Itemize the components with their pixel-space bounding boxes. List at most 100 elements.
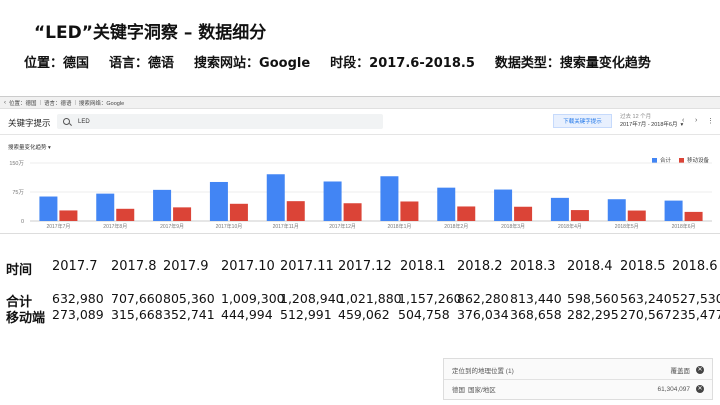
total-cell: 707,660 [111,291,163,306]
month-cell: 2018.3 [510,259,556,274]
total-cell: 598,560 [567,291,619,306]
bar-mobile [457,206,476,221]
tool-title: 关键字提示 [8,118,51,128]
bar-total [380,176,399,221]
month-cell: 2017.10 [221,259,275,274]
chevron-right-icon[interactable]: › [695,117,697,124]
breadcrumb-location[interactable]: 位置：德国 [9,99,37,107]
month-cell: 2018.5 [620,259,666,274]
breadcrumb-separator: | [74,99,76,106]
y-tick-label: 0 [21,219,24,225]
mobile-cell: 512,991 [280,307,332,322]
bar-mobile [229,203,248,221]
breadcrumb: ‹ 位置：德国 | 语言：德语 | 搜索网络：Google [0,97,720,109]
date-range-label: 过去 12 个月 [620,114,652,120]
tool-bar: 关键字提示 LED 下载关键字提示 过去 12 个月 2017年7月 - 201… [0,109,720,135]
bar-mobile [514,206,533,221]
total-cell: 1,208,940 [280,291,344,306]
month-cell: 2018.1 [400,259,446,274]
coverage-value: 61,304,097 [657,385,690,393]
month-cell: 2018.2 [457,259,503,274]
row-label-mobile: 移动端 [6,311,46,326]
month-cell: 2017.8 [111,259,157,274]
x-tick-label: 2017年12月 [329,223,356,230]
x-tick-label: 2018年1月 [387,223,411,230]
total-cell: 1,157,260 [398,291,462,306]
search-volume-bar-chart: 0 75万 150万 2017年7月 2017年8月 2017年9月 2017年10月 201… [9,160,712,230]
divider [444,379,712,380]
bar-total [550,197,569,221]
remove-location-icon[interactable]: ✕ [696,385,704,393]
x-tick-label: 2018年2月 [444,223,468,230]
meta-period: 时段：2017.6-2018.5 [330,56,475,71]
mobile-cell: 368,658 [510,307,562,322]
mobile-cell: 315,668 [111,307,163,322]
search-input[interactable]: LED [57,114,383,129]
location-country: 德国 [452,387,465,394]
mobile-cell: 444,994 [221,307,273,322]
total-cell: 632,980 [52,291,104,306]
mobile-cell: 376,034 [457,307,509,322]
x-tick-label: 2018年5月 [615,223,639,230]
bar-mobile [400,201,419,221]
bar-total [153,189,172,221]
mobile-cell: 352,741 [163,307,215,322]
coverage-label: 覆盖面 [670,368,691,375]
total-cell: 563,240 [620,291,672,306]
breadcrumb-separator: | [39,99,41,106]
total-cell: 862,280 [457,291,509,306]
date-range-selector[interactable]: 过去 12 个月 2017年7月 - 2018年6月 ▾ [620,113,683,129]
month-cell: 2017.11 [280,259,334,274]
bar-mobile [684,211,703,221]
breadcrumb-language[interactable]: 语言：德语 [44,99,72,107]
bar-mobile [343,203,362,221]
targeted-locations-box: 定位到的地理位置 (1) 覆盖面 ✕ 德国 国家/地区 61,304,097 ✕ [443,358,713,400]
bar-total [266,174,285,221]
x-tick-label: 2018年4月 [558,223,582,230]
total-cell: 1,021,880 [338,291,402,306]
bar-mobile [286,201,305,221]
bar-total [209,181,228,221]
close-icon[interactable]: ✕ [696,366,704,374]
total-cell: 813,440 [510,291,562,306]
bar-total [664,200,683,221]
month-cell: 2017.12 [338,259,392,274]
mobile-cell: 270,567 [620,307,672,322]
total-cell: 805,360 [163,291,215,306]
y-tick-label: 150万 [9,160,24,167]
month-cell: 2018.4 [567,259,613,274]
meta-language: 语言：德语 [109,56,175,71]
bar-total [323,181,342,221]
x-tick-label: 2018年3月 [501,223,525,230]
slide-title: “LED”关键字洞察 – 数据细分 [34,23,267,43]
locations-header-row: 定位到的地理位置 (1) 覆盖面 ✕ [452,363,704,377]
total-cell: 527,530 [672,291,720,306]
month-cell: 2017.9 [163,259,209,274]
chevron-left-icon[interactable]: ‹ [4,100,6,106]
download-keywords-button[interactable]: 下载关键字提示 [553,114,612,128]
bar-total [96,193,115,221]
mobile-cell: 504,758 [398,307,450,322]
meta-search-network: 搜索网站：Google [194,56,311,71]
y-tick-label: 75万 [12,189,24,196]
bar-total [39,196,58,221]
more-vert-icon[interactable]: ⋮ [707,117,714,125]
month-cell: 2018.6 [672,259,718,274]
x-tick-label: 2018年6月 [672,223,696,230]
x-tick-label: 2017年10月 [216,223,243,230]
month-cell: 2017.7 [52,259,98,274]
bar-mobile [116,208,135,221]
search-value: LED [78,118,90,125]
meta-row: 位置：德国 语言：德语 搜索网站：Google 时段：2017.6-2018.5… [24,52,671,71]
bar-total [494,189,513,221]
row-label-time: 时间 [6,263,33,278]
date-range-value: 2017年7月 - 2018年6月 [620,122,678,128]
breadcrumb-network[interactable]: 搜索网络：Google [79,99,124,107]
x-tick-label: 2017年9月 [160,223,184,230]
mobile-cell: 235,477 [672,307,720,322]
bar-mobile [59,210,78,221]
bar-total [607,199,626,221]
mobile-cell: 282,295 [567,307,619,322]
chevron-left-icon[interactable]: ‹ [682,117,684,124]
location-row: 德国 国家/地区 61,304,097 ✕ [452,382,704,396]
